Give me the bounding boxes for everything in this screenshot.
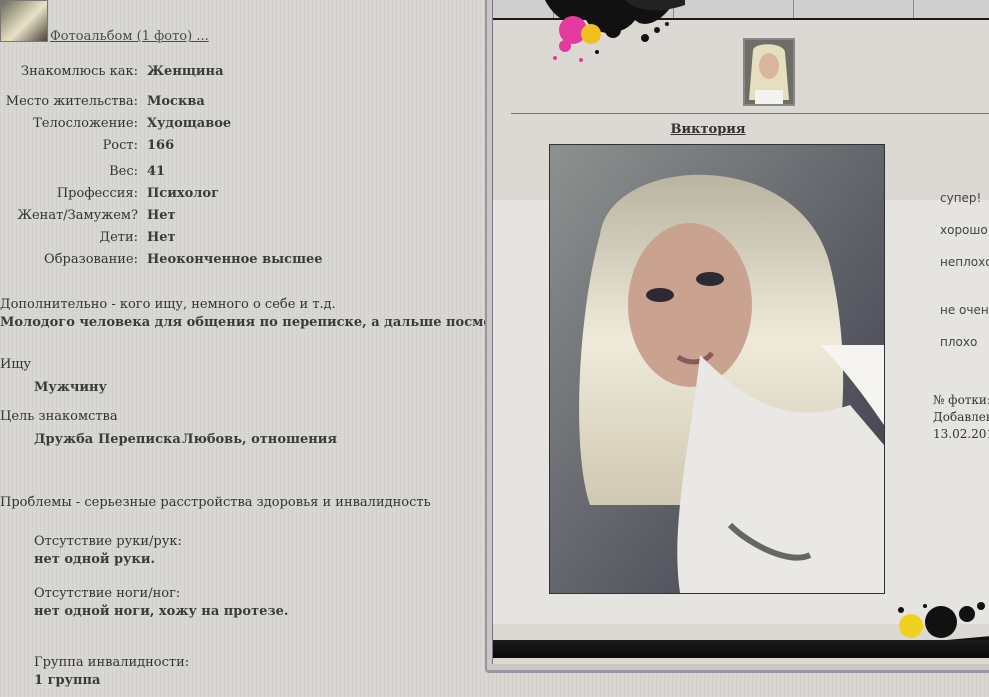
profile-row-weight: Вес: 41 xyxy=(0,164,480,182)
bottom-decoration-bar xyxy=(493,640,989,658)
main-photo[interactable] xyxy=(549,144,885,594)
problem-value: 1 группа xyxy=(34,673,101,688)
profile-panel: Фотоальбом (1 фото) ... Знакомлюсь как: … xyxy=(0,0,535,697)
added-date: 13.02.2013 xyxy=(933,427,989,441)
problem-value: нет одной ноги, хожу на протезе. xyxy=(34,604,289,619)
portrait-thumbnail-icon xyxy=(745,40,793,104)
profile-row-profession: Профессия: Психолог xyxy=(0,186,480,204)
profile-label: Дети: xyxy=(99,230,139,245)
profile-label: Телосложение: xyxy=(33,116,138,131)
rating-option[interactable]: супер! xyxy=(940,191,981,205)
profile-value: 41 xyxy=(147,164,166,179)
profile-value: Нет xyxy=(147,230,176,245)
profile-label: Рост: xyxy=(102,138,138,153)
problems-heading: Проблемы - серьезные расстройства здоров… xyxy=(0,495,431,510)
profile-row-education: Образование: Неоконченное высшее xyxy=(0,252,480,270)
goal-item: Дружба xyxy=(34,432,94,447)
photo-viewer-body: Виктория супер! хорошо неплохо не очен п… xyxy=(492,0,989,664)
goal-item: Любовь, отношения xyxy=(182,432,337,447)
album-thumbnail[interactable] xyxy=(0,0,48,42)
problem-label: Отсутствие ноги/ног: xyxy=(34,586,181,601)
added-label: Добавлена: xyxy=(933,410,989,424)
portrait-photo-icon xyxy=(550,145,884,593)
profile-value: Нет xyxy=(147,208,176,223)
profile-label: Образование: xyxy=(44,252,138,267)
goal-heading: Цель знакомства xyxy=(0,409,118,424)
profile-row-married: Женат/Замужем? Нет xyxy=(0,208,480,226)
profile-name-link[interactable]: Виктория xyxy=(493,122,923,137)
profile-value: Женщина xyxy=(147,64,224,79)
profile-row-height: Рост: 166 xyxy=(0,138,480,156)
goal-item: Переписка xyxy=(98,432,181,447)
profile-value: Психолог xyxy=(147,186,220,201)
profile-label: Профессия: xyxy=(56,186,138,201)
profile-label: Женат/Замужем? xyxy=(17,208,138,223)
rating-option[interactable]: не очень xyxy=(940,303,989,317)
photo-viewer: Виктория супер! хорошо неплохо не очен п… xyxy=(485,0,989,673)
seeking-value: Мужчину xyxy=(34,380,107,395)
profile-value: 166 xyxy=(147,138,175,153)
profile-label: Вес: xyxy=(109,164,138,179)
rating-option[interactable]: хорошо xyxy=(940,223,988,237)
problem-label: Группа инвалидности: xyxy=(34,655,190,670)
photo-number: № фотки: 59 xyxy=(933,393,989,407)
problem-label: Отсутствие руки/рук: xyxy=(34,534,182,549)
rating-option[interactable]: плохо xyxy=(940,335,977,349)
profile-row-build: Телосложение: Худощавое xyxy=(0,116,480,134)
divider xyxy=(511,113,989,114)
photo-thumbnail[interactable] xyxy=(743,38,795,106)
profile-label: Место жительства: xyxy=(5,94,138,109)
about-heading: Дополнительно - кого ищу, немного о себе… xyxy=(0,297,336,312)
rating-option[interactable]: неплохо xyxy=(940,255,989,269)
profile-row-children: Дети: Нет xyxy=(0,230,480,248)
ink-splash-decoration xyxy=(545,0,685,62)
profile-value: Неоконченное высшее xyxy=(147,252,323,267)
profile-row-gender: Знакомлюсь как: Женщина xyxy=(0,64,480,82)
profile-label: Знакомлюсь как: xyxy=(20,64,138,79)
problem-value: нет одной руки. xyxy=(34,552,156,567)
profile-value: Худощавое xyxy=(147,116,232,131)
about-text: Молодого человека для общения по перепис… xyxy=(0,315,535,330)
seeking-heading: Ищу xyxy=(0,357,32,372)
profile-row-city: Место жительства: Москва xyxy=(0,94,480,112)
profile-value: Москва xyxy=(147,94,205,109)
photo-album-link[interactable]: Фотоальбом (1 фото) ... xyxy=(50,29,209,44)
